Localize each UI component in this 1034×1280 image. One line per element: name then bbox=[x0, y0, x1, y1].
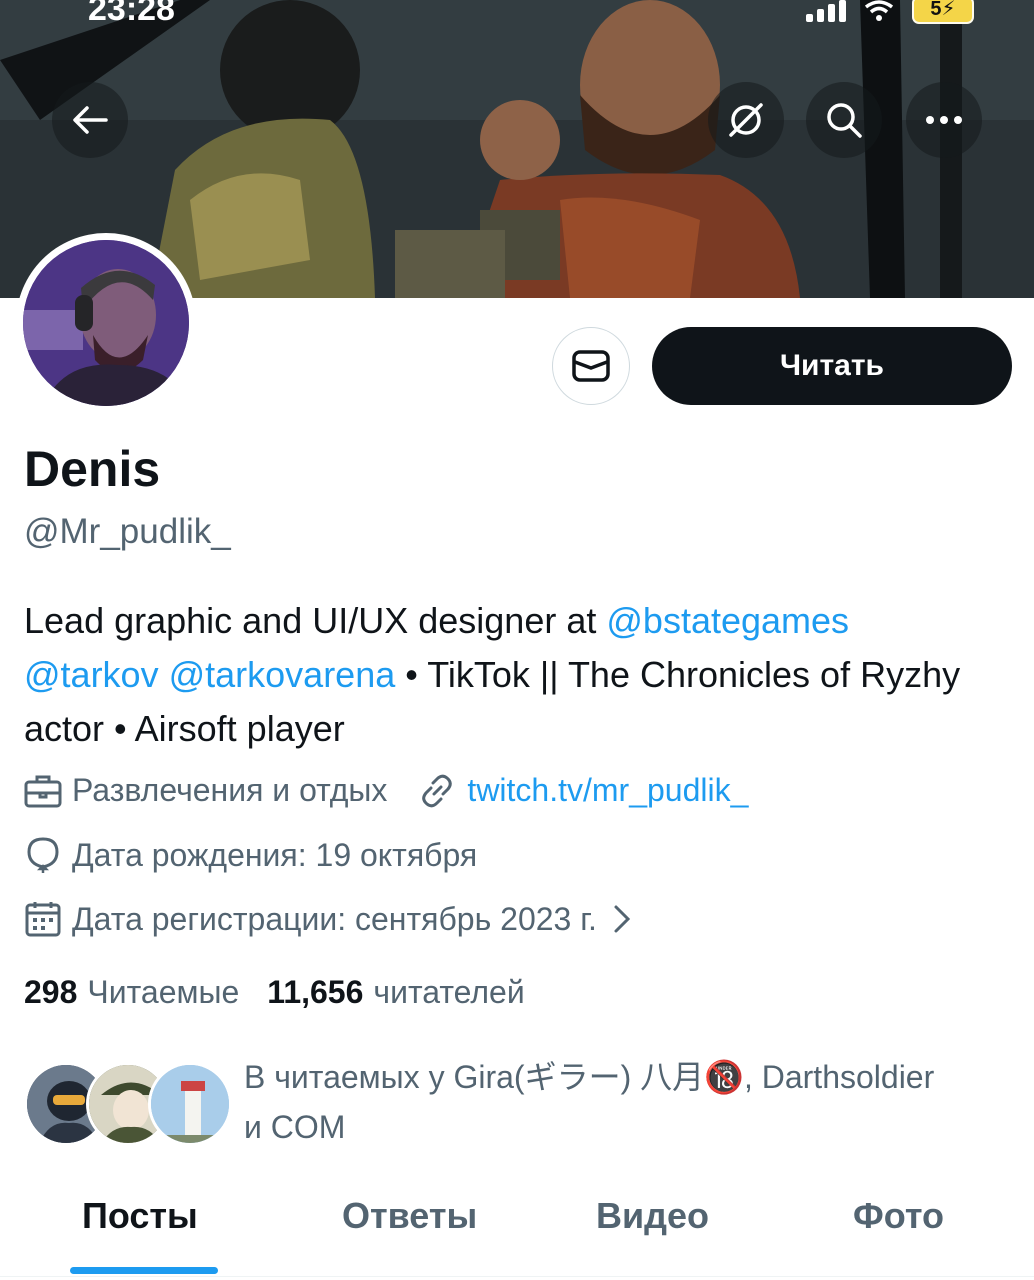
tab-videos[interactable]: Видео bbox=[596, 1195, 709, 1237]
arrow-left-icon bbox=[73, 106, 108, 134]
joined-label: Дата регистрации: сентябрь 2023 г. bbox=[72, 900, 597, 937]
balloon-icon bbox=[27, 837, 59, 873]
tab-posts[interactable]: Посты bbox=[82, 1195, 198, 1237]
bio-mention-tarkovarena[interactable]: @tarkovarena bbox=[169, 654, 396, 695]
profile-handle: @Mr_pudlik_ bbox=[24, 512, 231, 551]
tab-photos[interactable]: Фото bbox=[853, 1195, 944, 1237]
tabs-divider bbox=[0, 1276, 1034, 1277]
bio-text: Lead graphic and UI/UX designer at bbox=[24, 600, 607, 641]
profile-meta-joined[interactable]: Дата регистрации: сентябрь 2023 г. bbox=[24, 900, 643, 938]
signal-icon bbox=[806, 0, 846, 22]
avatar-image bbox=[23, 240, 189, 406]
link-icon bbox=[422, 774, 453, 807]
envelope-icon bbox=[572, 350, 610, 382]
known-followers-text[interactable]: В читаемых у Gira(ギラー) 八月🔞, Darthsoldier… bbox=[244, 1052, 944, 1152]
birthday-label: Дата рождения: 19 октября bbox=[72, 836, 478, 873]
bio-mention-tarkov[interactable]: @tarkov bbox=[24, 654, 159, 695]
more-button[interactable] bbox=[906, 82, 982, 158]
followers-stat[interactable]: 11,656 читателей bbox=[267, 974, 524, 1011]
profile-name: Denis bbox=[24, 441, 161, 497]
follow-stats: 298 Читаемые 11,656 читателей bbox=[24, 974, 525, 1011]
briefcase-icon bbox=[24, 775, 62, 807]
bio-mention-bstategames[interactable]: @bstategames bbox=[606, 600, 849, 641]
more-horizontal-icon bbox=[926, 116, 962, 124]
battery-indicator: 5⚡ bbox=[912, 0, 974, 24]
category-label: Развлечения и отдых bbox=[72, 772, 388, 808]
search-button[interactable] bbox=[806, 82, 882, 158]
follow-button[interactable]: Читать bbox=[652, 327, 1012, 405]
tab-replies[interactable]: Ответы bbox=[342, 1195, 477, 1237]
profile-tabs: Посты Ответы Видео Фото bbox=[0, 1185, 1034, 1280]
calendar-icon bbox=[25, 902, 61, 937]
status-icons: 5⚡ bbox=[806, 0, 974, 24]
chevron-right-icon bbox=[614, 905, 630, 933]
bio-text-rest: • TikTok || The Chronicles of Ryzhy acto… bbox=[24, 654, 961, 749]
status-time: 23:28 bbox=[88, 0, 175, 28]
search-icon bbox=[827, 103, 862, 138]
known-followers-avatars[interactable] bbox=[24, 1062, 232, 1146]
follower-avatar bbox=[148, 1062, 232, 1146]
slash-circle-icon bbox=[729, 103, 763, 137]
profile-bio: Lead graphic and UI/UX designer at @bsta… bbox=[24, 594, 1004, 756]
grok-button[interactable] bbox=[708, 82, 784, 158]
wifi-icon bbox=[864, 0, 894, 21]
back-button[interactable] bbox=[52, 82, 128, 158]
following-stat[interactable]: 298 Читаемые bbox=[24, 974, 239, 1011]
profile-meta-category: Развлечения и отдых twitch.tv/mr_pudlik_ bbox=[24, 772, 748, 809]
website-link[interactable]: twitch.tv/mr_pudlik_ bbox=[467, 772, 748, 809]
profile-avatar[interactable] bbox=[16, 233, 196, 413]
message-button[interactable] bbox=[552, 327, 630, 405]
profile-meta-birthday: Дата рождения: 19 октября bbox=[24, 836, 477, 874]
active-tab-indicator bbox=[70, 1267, 218, 1274]
